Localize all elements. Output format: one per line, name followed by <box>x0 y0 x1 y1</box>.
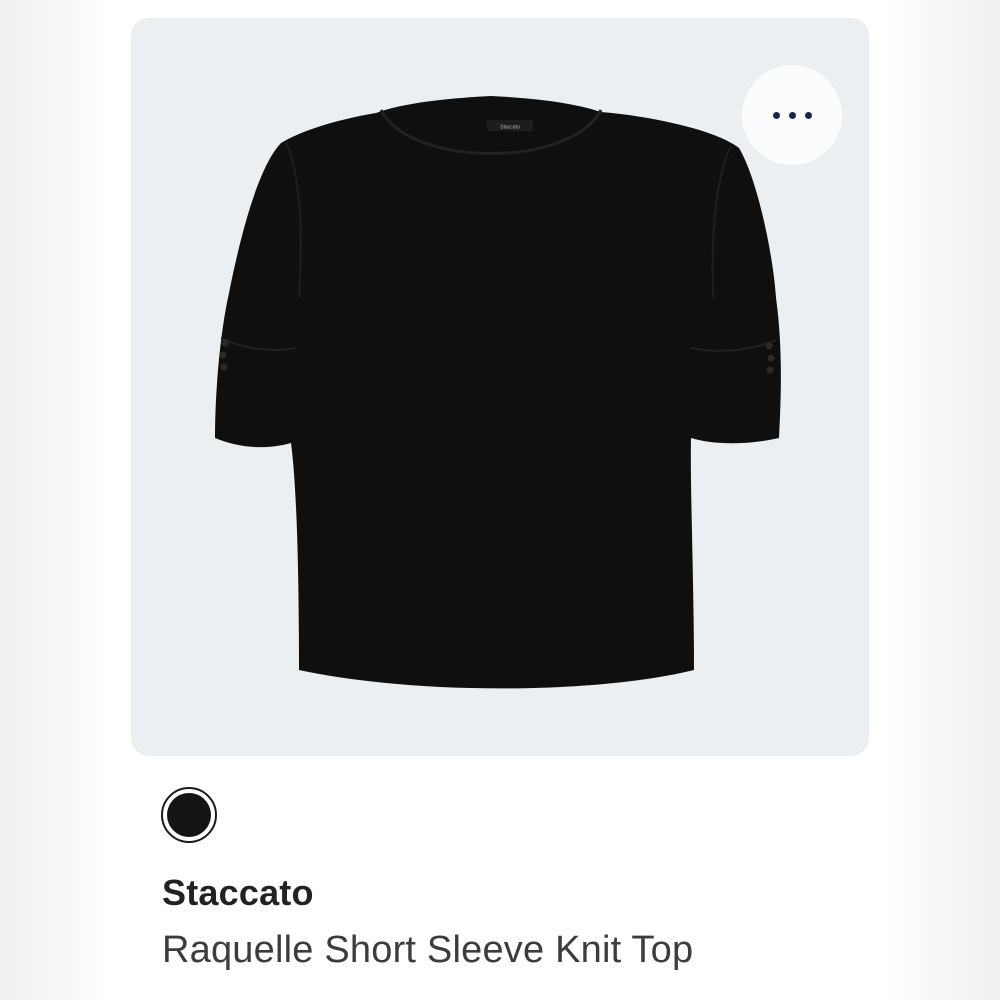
color-swatch-fill <box>167 793 211 837</box>
brand-name: Staccato <box>162 872 314 913</box>
more-options-button[interactable] <box>742 65 842 165</box>
product-page: Staccato Staccato Raquelle Short Sleeve … <box>0 0 1000 1000</box>
garment-tag-text: Staccato <box>500 125 520 131</box>
more-horizontal-icon <box>772 111 812 119</box>
color-swatch-black[interactable] <box>161 787 217 843</box>
product-image-card[interactable]: Staccato <box>131 18 869 756</box>
product-title: Raquelle Short Sleeve Knit Top <box>162 929 694 971</box>
